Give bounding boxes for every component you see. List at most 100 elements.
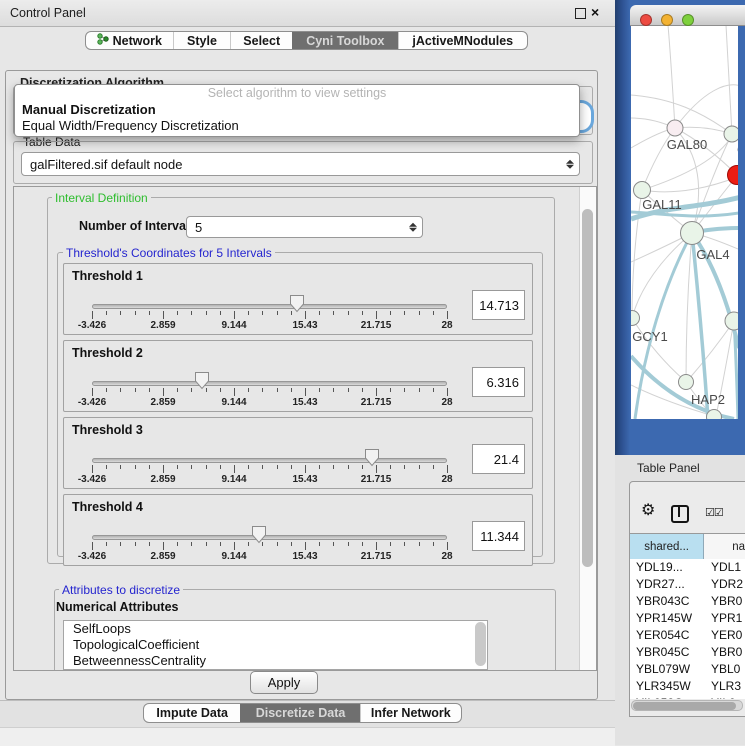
slider-track[interactable] [92,458,447,463]
top-tab-bar: NetworkStyleSelectCyni ToolboxjActiveMNo… [85,31,528,50]
table-data-combobox[interactable]: galFiltered.sif default node [21,152,580,176]
tick-mark [234,542,235,550]
network-window-titlebar[interactable] [630,5,745,26]
network-edge[interactable] [642,177,737,192]
close-panel-icon[interactable]: × [591,4,599,20]
tick-mark [376,311,377,319]
vertical-scrollbar-thumb[interactable] [582,209,593,567]
tick-mark [419,388,420,392]
tick-mark [348,311,349,315]
zoom-button[interactable] [682,14,694,26]
network-edge[interactable] [632,190,642,318]
table-row[interactable]: YER054CYER0 [630,627,745,644]
table-row[interactable]: YBR045CYBR0 [630,644,745,661]
threshold-value-box[interactable]: 11.344 [472,521,525,551]
tick-mark [163,388,164,396]
network-edge[interactable] [686,233,692,382]
tick-label: 2.859 [150,320,175,331]
threshold-value-box[interactable]: 21.4 [472,444,525,474]
slider-thumb[interactable] [364,448,380,467]
slider-thumb[interactable] [251,525,267,544]
tick-mark [291,465,292,469]
tab-impute-data[interactable]: Impute Data [144,704,240,722]
popup-option-equal-width-frequency-discretization[interactable]: Equal Width/Frequency Discretization [15,118,579,134]
header-cell-name[interactable]: na [704,534,745,559]
tab-network[interactable]: Network [86,32,173,49]
tick-mark [120,388,121,392]
network-canvas[interactable]: GAL80GALCGAL11GAL4GCY1HHAP2 [631,26,738,419]
slider-track[interactable] [92,304,447,309]
tab-infer-network[interactable]: Infer Network [360,704,461,722]
tab-style[interactable]: Style [173,32,231,49]
threshold-value-box[interactable]: 14.713 [472,290,525,320]
close-button[interactable] [640,14,652,26]
attribute-item-betweennesscentrality[interactable]: BetweennessCentrality [64,653,487,669]
checkbox-icons[interactable]: ☑☑ [705,506,723,519]
tick-label: -3.426 [78,397,106,408]
slider-ticks [92,388,447,397]
table-row[interactable]: YPR145WYPR1 [630,610,745,627]
network-edge[interactable] [632,318,684,380]
slider-track[interactable] [92,381,447,386]
popup-options: Manual DiscretizationEqual Width/Frequen… [15,102,579,134]
table-row[interactable]: YDL19...YDL1 [630,559,745,576]
network-node-gal11[interactable] [634,182,651,199]
cell-name: YIL0 [707,695,736,699]
tick-mark [163,465,164,473]
spinner-icon [566,158,573,171]
tick-label: 28 [441,320,452,331]
tick-mark [419,465,420,469]
popup-option-manual-discretization[interactable]: Manual Discretization [15,102,579,118]
float-window-icon[interactable] [575,8,586,19]
attributes-list-scrollbar[interactable] [475,622,486,666]
attribute-item-topologicalcoefficient[interactable]: TopologicalCoefficient [64,637,487,653]
network-node-hap2[interactable] [679,375,694,390]
gear-icon[interactable]: ⚙ [641,503,655,519]
numerical-attributes-list[interactable]: SelfLoopsTopologicalCoefficientBetweenne… [63,620,488,670]
network-node-h[interactable] [725,312,738,330]
tick-mark [163,311,164,319]
number-of-intervals-combobox[interactable]: 5 [186,216,423,238]
tick-mark [348,388,349,392]
table-row[interactable]: YIL052CYIL0 [630,695,745,699]
table-row[interactable]: YLR345WYLR3 [630,678,745,695]
network-node-c[interactable] [728,166,739,185]
slider-tick-labels: -3.4262.8599.14415.4321.71528 [92,474,447,486]
tab-select[interactable]: Select [230,32,292,49]
bottom-tab-bar: Impute DataDiscretize DataInfer Network [143,703,462,723]
tick-label: 28 [441,397,452,408]
table-row[interactable]: YBR043CYBR0 [630,593,745,610]
slider-track[interactable] [92,535,447,540]
network-node-gal[interactable] [724,126,738,142]
tick-label: 21.715 [361,551,392,562]
cell-shared-name: YLR345W [630,678,707,695]
horizontal-scrollbar-thumb[interactable] [633,702,736,710]
table-row[interactable]: YBL079WYBL0 [630,661,745,678]
spinner-icon [409,221,416,234]
table-rows: YDL19...YDL1YDR27...YDR2YBR043CYBR0YPR14… [630,559,745,699]
tick-mark [92,311,93,319]
tick-mark [220,311,221,315]
network-edge[interactable] [668,26,675,128]
slider-thumb[interactable] [289,294,305,313]
network-edge[interactable] [688,321,734,380]
network-edge[interactable] [726,26,732,134]
tab-jactivemnodules[interactable]: jActiveMNodules [398,32,527,49]
tab-cyni-toolbox[interactable]: Cyni Toolbox [292,32,398,49]
slider-thumb[interactable] [194,371,210,390]
cell-shared-name: YDL19... [630,559,707,576]
tick-mark [305,311,306,319]
network-node-gal80[interactable] [667,120,683,136]
tick-mark [206,465,207,469]
header-cell-shared-name[interactable]: shared... [630,534,704,559]
threshold-value-box[interactable]: 6.316 [472,367,525,397]
network-node-gcy1[interactable] [631,311,640,326]
tab-discretize-data[interactable]: Discretize Data [240,704,359,722]
minimize-button[interactable] [661,14,673,26]
network-node-gal4[interactable] [681,222,704,245]
attribute-item-selfloops[interactable]: SelfLoops [64,621,487,637]
table-row[interactable]: YDR27...YDR2 [630,576,745,593]
threshold-label: Threshold 2 [72,346,143,360]
split-view-icon[interactable] [671,505,689,523]
apply-button[interactable]: Apply [250,671,318,694]
